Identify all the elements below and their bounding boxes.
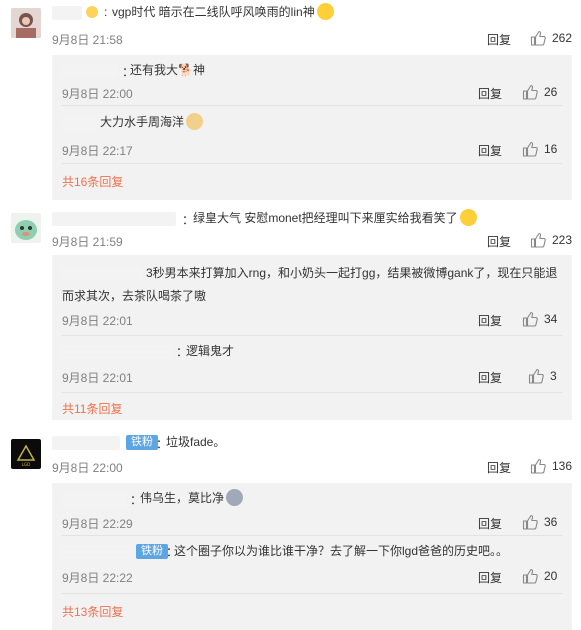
comment-text: vgp时代 暗示在二线队呼风唤雨的lin神 bbox=[112, 3, 334, 21]
username[interactable] bbox=[52, 436, 120, 450]
reply-button[interactable]: 回复 bbox=[487, 31, 511, 48]
thumbs-up-icon bbox=[530, 30, 546, 46]
view-all-replies-link[interactable]: 共11条回复 bbox=[62, 400, 122, 417]
like-count: 34 bbox=[544, 312, 558, 326]
reply-date: 9月8日 22:01 bbox=[62, 314, 133, 328]
reply-date: 9月8日 22:17 bbox=[62, 144, 133, 158]
reply-text: 伟乌生，莫比净 bbox=[140, 489, 244, 507]
reply-text: 3秒男本来打算加入rng，和小奶头一起打gg，结果被微博gank了，现在只能退 bbox=[146, 266, 558, 280]
user-emoji-icon bbox=[86, 6, 98, 18]
comment-date: 9月8日 22:00 bbox=[52, 461, 123, 475]
comment-text: 垃圾fade。 bbox=[166, 435, 226, 449]
reply-text: 还有我大🐕神 bbox=[130, 63, 205, 77]
svg-text:LGD: LGD bbox=[22, 462, 30, 467]
reply-button[interactable]: 回复 bbox=[478, 569, 502, 586]
reply-button[interactable]: 回复 bbox=[487, 233, 511, 250]
reply-item: ： 伟乌生，莫比净 9月8日 22:29 回复 36 bbox=[62, 489, 558, 532]
reply-item: 铁粉 ： 这个圈子你以为谁比谁干净？去了解一下你lgd爸爸的历史吧。。 9月8日… bbox=[62, 544, 558, 586]
cat-face-emoji-icon bbox=[186, 113, 204, 130]
like-button[interactable]: 26 bbox=[522, 84, 557, 100]
like-button[interactable]: 223 bbox=[530, 232, 572, 248]
thumbs-up-icon bbox=[528, 368, 544, 384]
thumbs-up-icon bbox=[530, 458, 546, 474]
husky-emoji-icon bbox=[226, 489, 244, 506]
reply-date: 9月8日 22:22 bbox=[62, 571, 133, 585]
reply-date: 9月8日 22:01 bbox=[62, 371, 133, 385]
like-count: 136 bbox=[552, 459, 573, 473]
like-count: 36 bbox=[544, 515, 558, 529]
comment: ： 绿皇大气 安慰monet把经理叫下来厘实给我看笑了 9月8日 21:59 回… bbox=[0, 205, 581, 430]
thumbs-up-icon bbox=[522, 84, 538, 100]
reply-item: 大力水手周海洋 9月8日 22:17 回复 16 bbox=[52, 106, 572, 161]
reply-button[interactable]: 回复 bbox=[478, 369, 502, 386]
reply-button[interactable]: 回复 bbox=[478, 515, 502, 532]
reply-button[interactable]: 回复 bbox=[478, 142, 502, 159]
reply-button[interactable]: 回复 bbox=[478, 312, 502, 329]
username[interactable] bbox=[62, 492, 126, 506]
like-count: 20 bbox=[544, 569, 558, 583]
reply-item: ： 还有我大🐕神 9月8日 22:00 回复 26 bbox=[62, 63, 558, 102]
like-button[interactable]: 262 bbox=[530, 30, 572, 46]
reply-date: 9月8日 22:00 bbox=[62, 87, 133, 101]
username[interactable] bbox=[62, 63, 118, 77]
divider bbox=[62, 593, 562, 594]
username[interactable] bbox=[62, 345, 172, 359]
reply-list: 3秒男本来打算加入rng，和小奶头一起打gg，结果被微博gank了，现在只能退 … bbox=[52, 255, 572, 420]
thumbs-up-icon bbox=[522, 568, 538, 584]
avatar[interactable]: LGD bbox=[11, 439, 41, 469]
username[interactable] bbox=[62, 267, 142, 281]
comment-text: 绿皇大气 安慰monet把经理叫下来厘实给我看笑了 bbox=[193, 209, 477, 227]
username[interactable] bbox=[62, 116, 98, 130]
reply-text-continued: 而求其次，去茶队喝茶了嗷 bbox=[62, 289, 207, 303]
divider bbox=[62, 392, 562, 393]
reply-text: 这个圈子你以为谁比谁干净？去了解一下你lgd爸爸的历史吧。。 bbox=[174, 544, 509, 558]
avatar[interactable] bbox=[11, 213, 41, 243]
like-button[interactable]: 3 bbox=[528, 368, 557, 384]
fan-badge: 铁粉 bbox=[126, 435, 158, 450]
comment-date: 9月8日 21:58 bbox=[52, 33, 123, 47]
like-button[interactable]: 20 bbox=[522, 568, 557, 584]
thinking-emoji-icon bbox=[459, 209, 477, 226]
like-count: 26 bbox=[544, 85, 558, 99]
username[interactable] bbox=[52, 212, 176, 226]
reply-button[interactable]: 回复 bbox=[487, 459, 511, 476]
view-all-replies-link[interactable]: 共13条回复 bbox=[62, 603, 123, 620]
reply-item: 3秒男本来打算加入rng，和小奶头一起打gg，结果被微博gank了，现在只能退 … bbox=[52, 255, 572, 335]
like-button[interactable]: 16 bbox=[522, 141, 557, 157]
like-button[interactable]: 136 bbox=[530, 458, 572, 474]
username[interactable] bbox=[62, 545, 132, 559]
like-count: 16 bbox=[544, 142, 558, 156]
reply-list: ： 伟乌生，莫比净 9月8日 22:29 回复 36 铁粉 ： 这个圈子你以为谁… bbox=[52, 483, 572, 630]
username[interactable] bbox=[52, 6, 82, 20]
avatar[interactable] bbox=[11, 8, 41, 38]
like-button[interactable]: 36 bbox=[522, 514, 557, 530]
reply-text: 逻辑鬼才 bbox=[186, 344, 235, 358]
reply-date: 9月8日 22:29 bbox=[62, 517, 133, 531]
thumbs-up-icon bbox=[522, 514, 538, 530]
fan-badge: 铁粉 bbox=[136, 544, 168, 559]
comment: : vgp时代 暗示在二线队呼风唤雨的lin神 9月8日 21:58 回复 26… bbox=[0, 0, 581, 210]
divider bbox=[62, 163, 562, 164]
reply-list: ： 还有我大🐕神 9月8日 22:00 回复 26 大力水手周海洋 9月8日 2… bbox=[52, 55, 572, 200]
like-count: 262 bbox=[552, 31, 573, 45]
thumbs-up-icon bbox=[522, 141, 538, 157]
reply-button[interactable]: 回复 bbox=[478, 85, 502, 102]
like-count: 3 bbox=[550, 369, 557, 383]
like-count: 223 bbox=[552, 233, 573, 247]
reply-text: 大力水手周海洋 bbox=[100, 113, 204, 131]
like-button[interactable]: 34 bbox=[522, 311, 557, 327]
comment: LGD 铁粉 ： 垃圾fade。 9月8日 22:00 回复 136 ： 伟乌生… bbox=[0, 430, 581, 630]
reply-item: ： 逻辑鬼才 9月8日 22:01 回复 3 bbox=[62, 344, 557, 386]
thumbs-up-icon bbox=[522, 311, 538, 327]
thumbs-up-icon bbox=[530, 232, 546, 248]
view-all-replies-link[interactable]: 共16条回复 bbox=[62, 173, 123, 190]
comment-date: 9月8日 21:59 bbox=[52, 235, 123, 249]
grin-emoji-icon bbox=[316, 3, 334, 20]
